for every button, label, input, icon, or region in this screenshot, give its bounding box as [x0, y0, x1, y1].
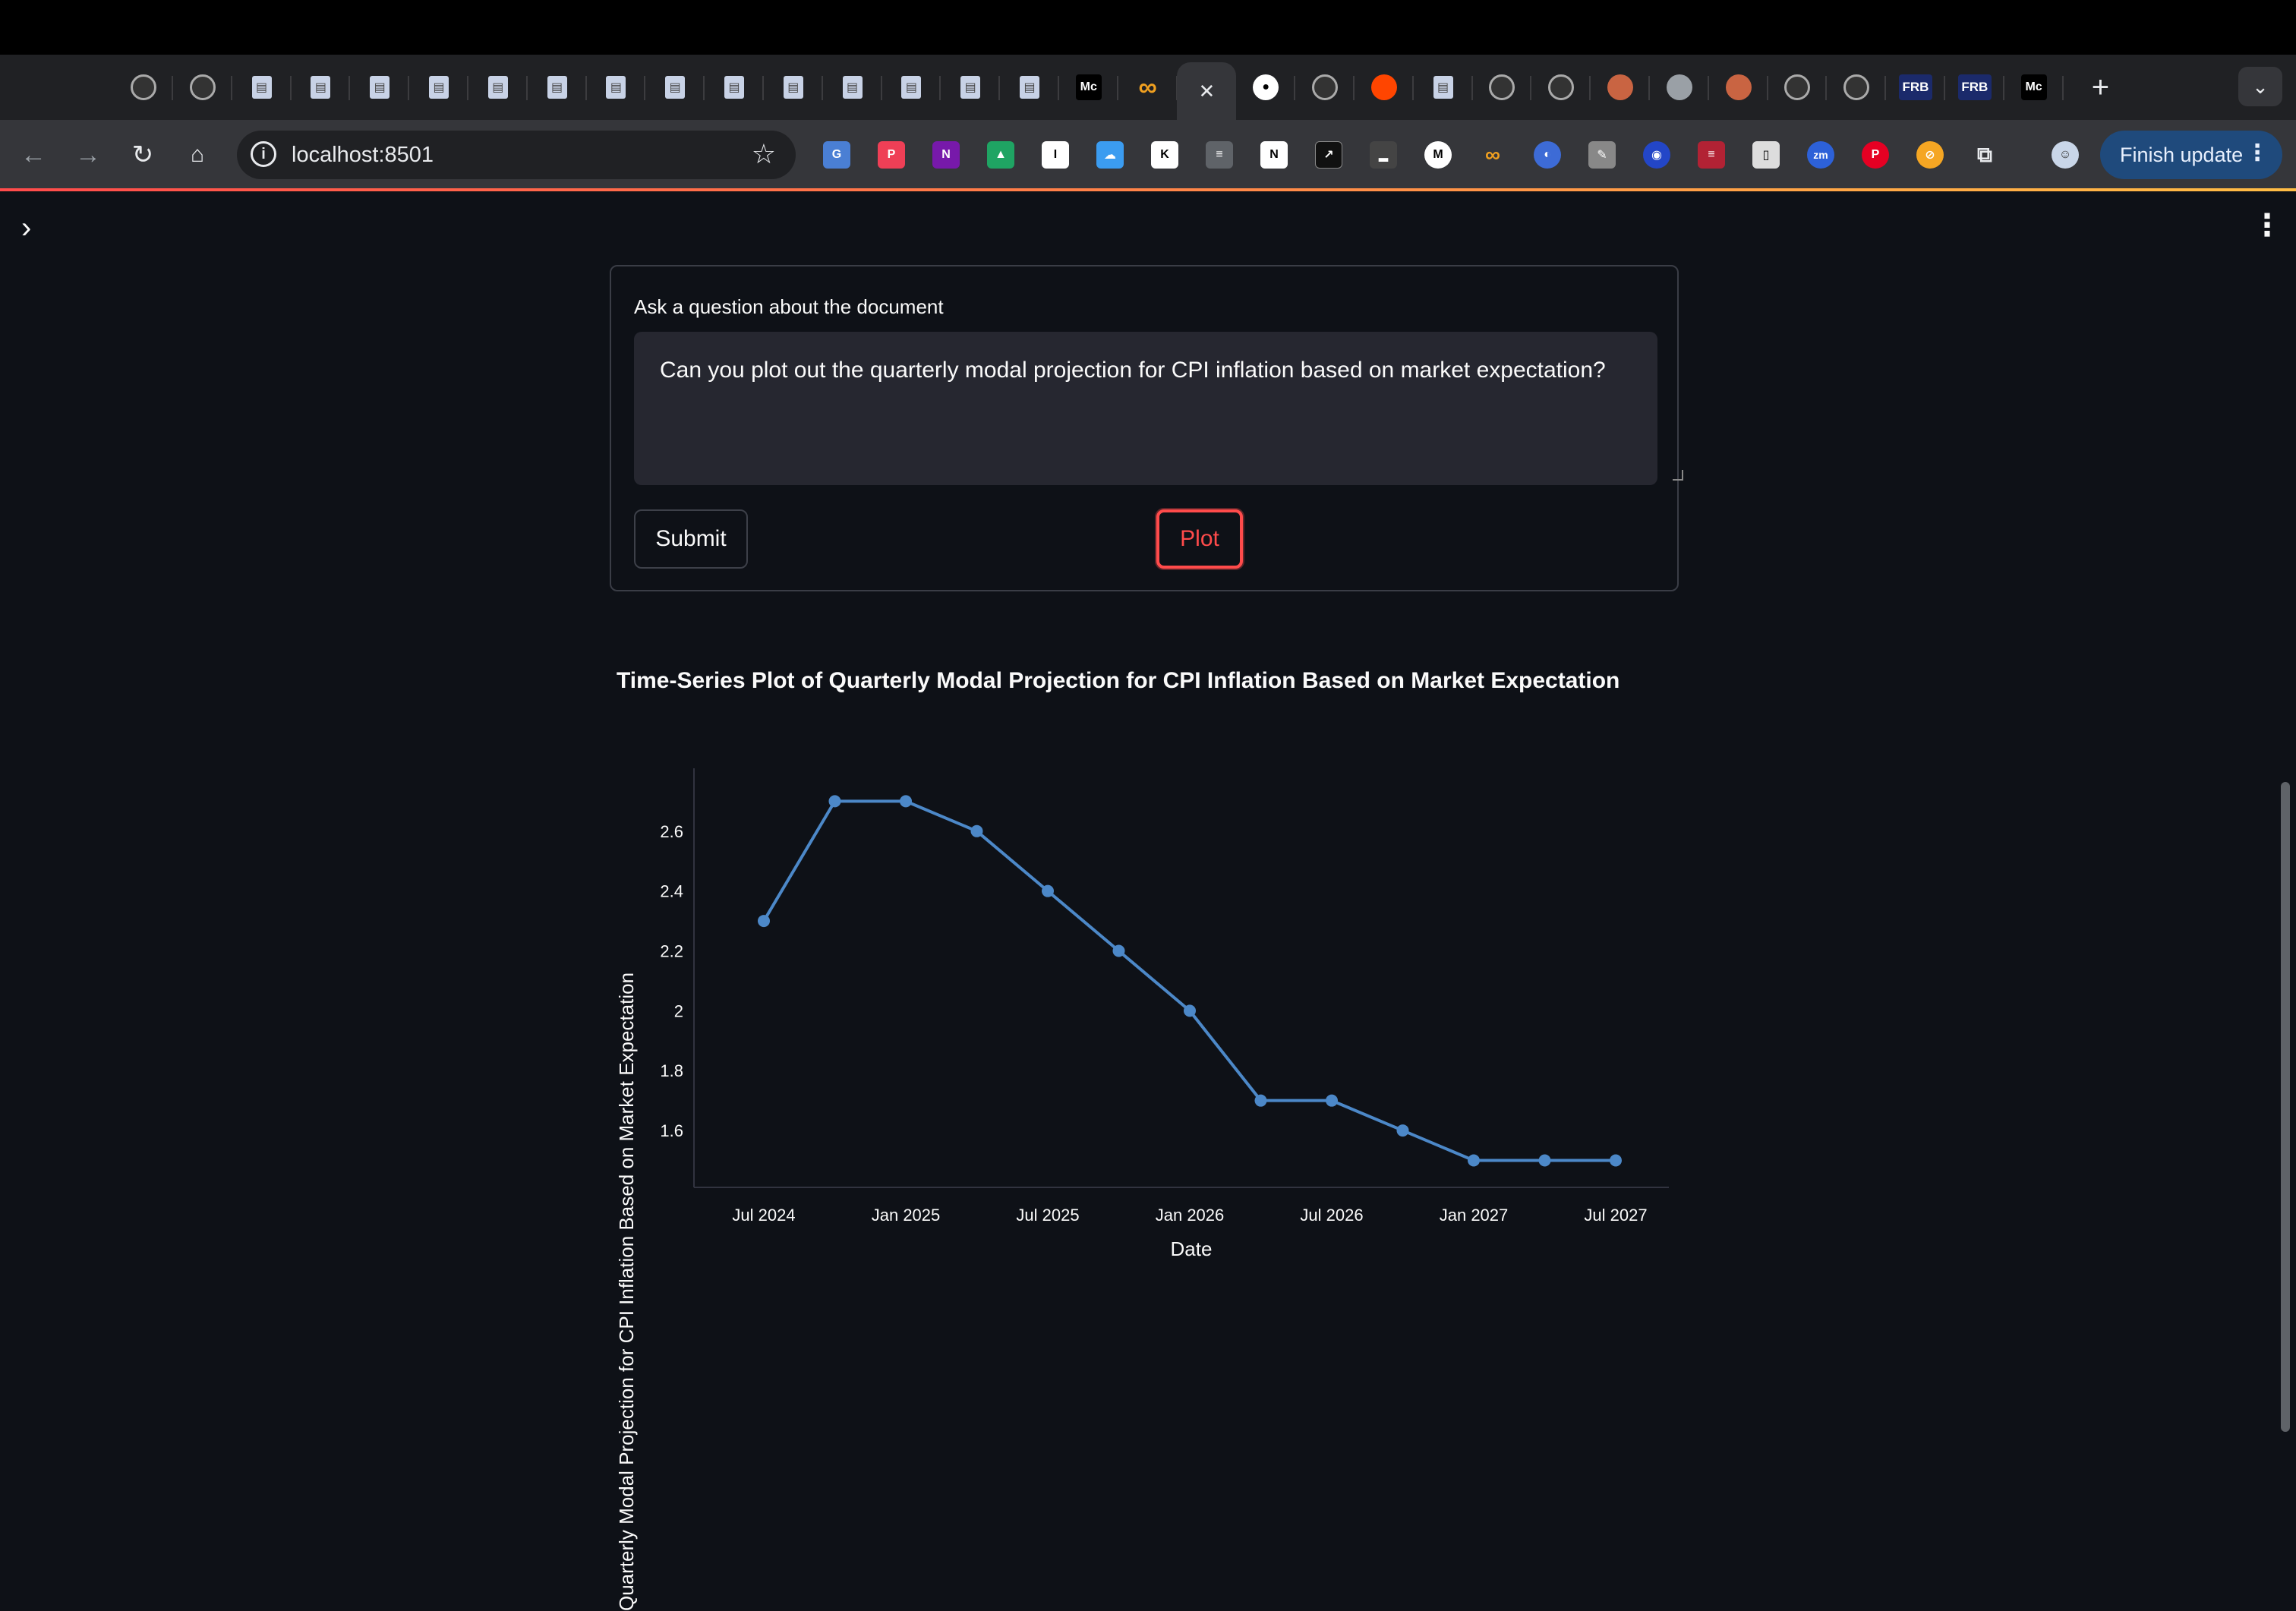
series-line	[762, 799, 1616, 1162]
data-point	[1396, 1124, 1409, 1137]
data-point	[1326, 1094, 1338, 1107]
data-point	[970, 824, 983, 837]
y-tick-label: 2.2	[660, 942, 683, 961]
x-tick-label: Jan 2025	[872, 1206, 941, 1225]
y-tick-label: 1.8	[660, 1061, 683, 1080]
data-point	[1112, 944, 1125, 957]
x-tick-label: Jul 2026	[1300, 1206, 1363, 1225]
x-tick-label: Jul 2024	[732, 1206, 795, 1225]
data-point	[1254, 1094, 1267, 1107]
x-tick-label: Jan 2027	[1440, 1206, 1509, 1225]
data-point	[1468, 1154, 1480, 1167]
line-chart: 1.6 1.8 2 2.2 2.4 2.6 Jul 2024 Jan 2025 Jul 2025…	[660, 768, 1669, 1260]
data-point	[1610, 1154, 1622, 1167]
y-tick-label: 2	[674, 1001, 683, 1020]
data-point	[758, 915, 770, 928]
x-tick-label: Jul 2027	[1584, 1206, 1647, 1225]
data-point	[1538, 1154, 1551, 1167]
data-point	[900, 795, 912, 808]
x-axis-label: Date	[1171, 1237, 1213, 1260]
x-tick-label: Jan 2026	[1156, 1206, 1225, 1225]
data-point	[1042, 884, 1054, 897]
y-tick-label: 2.4	[660, 882, 683, 901]
y-tick-label: 2.6	[660, 822, 683, 841]
data-point	[828, 795, 841, 808]
data-point	[1184, 1004, 1196, 1017]
x-tick-label: Jul 2025	[1016, 1206, 1079, 1225]
page-scrollbar[interactable]	[2281, 782, 2290, 1432]
y-tick-label: 1.6	[660, 1121, 683, 1140]
